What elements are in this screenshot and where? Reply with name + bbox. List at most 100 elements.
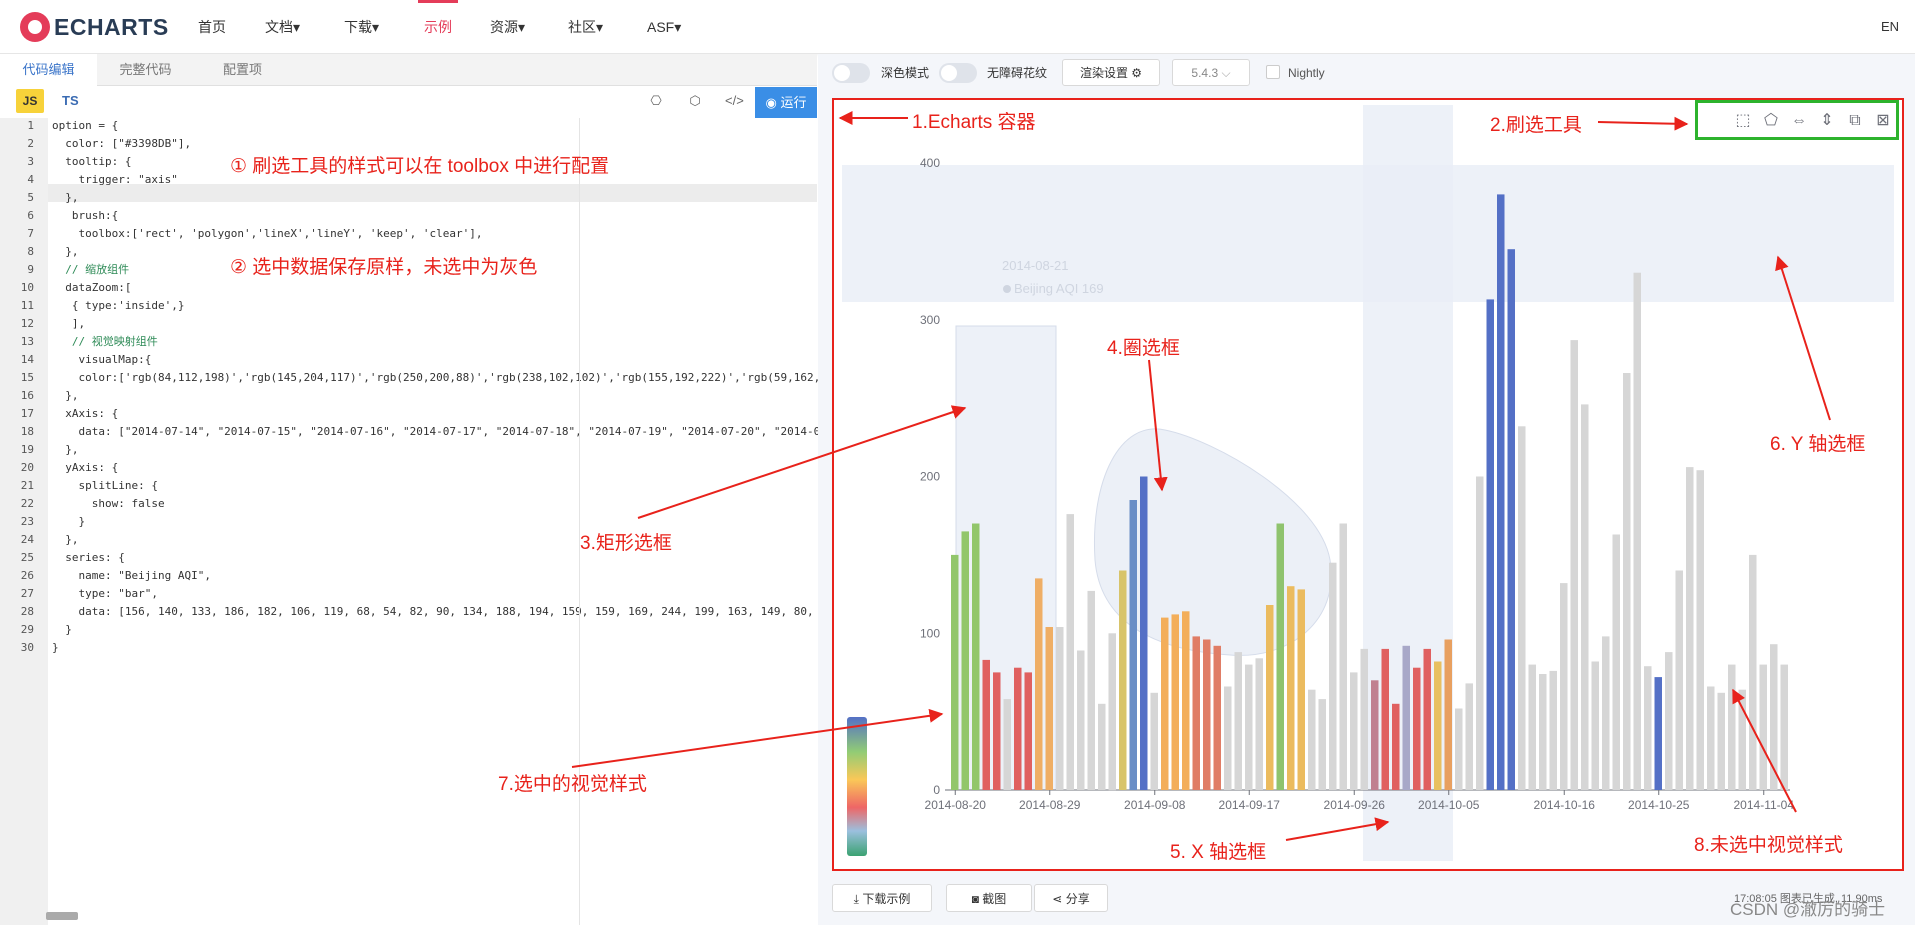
csdn-watermark: CSDN @澈厉的骑士 xyxy=(1730,900,1886,919)
screenshot-label: 截图 xyxy=(982,892,1007,906)
bar xyxy=(951,554,959,790)
bar xyxy=(1633,272,1641,790)
brush-toolbox xyxy=(1695,100,1899,140)
bar xyxy=(1623,373,1631,790)
x-tick-label: 2014-09-08 xyxy=(1124,798,1186,812)
bar xyxy=(1644,666,1652,790)
bar xyxy=(972,523,980,790)
bar xyxy=(1549,670,1557,790)
bar xyxy=(1686,467,1694,790)
bar xyxy=(1045,627,1053,790)
bar xyxy=(1297,589,1305,790)
annotation-selected-style: 7.选中的视觉样式 xyxy=(498,774,647,795)
bar xyxy=(1255,658,1263,790)
bar xyxy=(1507,249,1515,790)
bar xyxy=(1728,664,1736,790)
arrow-selected-style xyxy=(571,708,944,768)
bar xyxy=(1161,617,1169,790)
bar xyxy=(1696,470,1704,790)
screenshot-button[interactable]: ◙ 截图 xyxy=(946,884,1032,912)
bar xyxy=(1560,583,1568,790)
bar xyxy=(1654,677,1662,790)
bar xyxy=(1665,652,1673,790)
bar xyxy=(1581,404,1589,790)
annotation-lasso-select: 4.圈选框 xyxy=(1107,338,1180,359)
bar xyxy=(1245,664,1253,790)
download-example-button[interactable]: ⤓ 下载示例 xyxy=(832,884,932,912)
bar xyxy=(1140,476,1148,790)
annotation-brush-tool: 2.刷选工具 xyxy=(1490,115,1582,136)
bar xyxy=(1098,703,1106,790)
y-tick-label: 300 xyxy=(920,313,940,327)
x-tick-label: 2014-09-17 xyxy=(1219,798,1281,812)
download-label: 下载示例 xyxy=(862,892,911,906)
bar xyxy=(993,672,1001,790)
bar xyxy=(1591,661,1599,790)
bar xyxy=(1108,633,1116,791)
x-tick-label: 2014-10-16 xyxy=(1534,798,1596,812)
bar xyxy=(1486,299,1494,790)
bar xyxy=(1087,590,1095,790)
bar xyxy=(1066,514,1074,790)
bar xyxy=(1455,708,1463,790)
bar xyxy=(1003,699,1011,790)
bar xyxy=(1497,194,1505,790)
bar xyxy=(1539,674,1547,790)
bar xyxy=(1360,648,1368,790)
annotation-rect-select: 3.矩形选框 xyxy=(580,533,672,554)
bar xyxy=(1570,340,1578,790)
bar xyxy=(1276,523,1284,790)
bar xyxy=(1266,605,1274,790)
bar xyxy=(1717,692,1725,790)
annotation-container: 1.Echarts 容器 xyxy=(912,112,1036,133)
bar xyxy=(1171,614,1179,790)
bar xyxy=(1318,699,1326,790)
x-tick-label: 2014-11-04 xyxy=(1734,798,1795,812)
bar xyxy=(982,659,990,790)
y-tick-label: 0 xyxy=(933,783,940,797)
bar xyxy=(1339,523,1347,790)
bar xyxy=(961,531,969,790)
annotation-toolbox-style: ① 刷选工具的样式可以在 toolbox 中进行配置 xyxy=(230,156,610,177)
tooltip-series: Beijing AQI 169 xyxy=(1014,281,1104,296)
x-tick-label: 2014-10-05 xyxy=(1418,798,1480,812)
bar xyxy=(1056,627,1064,790)
annotation-y-select: 6. Y 轴选框 xyxy=(1770,434,1866,455)
bar xyxy=(1234,652,1242,790)
bar xyxy=(1035,578,1043,790)
visual-map-bar xyxy=(847,717,867,856)
share-label: 分享 xyxy=(1065,892,1090,906)
x-tick-label: 2014-08-29 xyxy=(1019,798,1081,812)
bar xyxy=(1749,554,1757,790)
arrow-brush-tool xyxy=(1597,116,1689,131)
bar xyxy=(1759,664,1767,790)
arrow-rect-select xyxy=(637,405,967,519)
bar xyxy=(1444,639,1452,790)
bar xyxy=(1371,680,1379,790)
annotation-x-select: 5. X 轴选框 xyxy=(1170,842,1267,863)
bar xyxy=(1077,650,1085,790)
bar xyxy=(1192,636,1200,790)
bar xyxy=(1213,645,1221,790)
x-tick-label: 2014-10-25 xyxy=(1628,798,1690,812)
bar xyxy=(1150,692,1158,790)
annotation-selected-data: ② 选中数据保存原样，未选中为灰色 xyxy=(230,257,538,278)
bar xyxy=(1675,570,1683,790)
bar xyxy=(1465,683,1473,790)
bar xyxy=(1129,500,1137,790)
bar xyxy=(1329,562,1337,790)
bar xyxy=(1224,686,1232,790)
bar xyxy=(1182,611,1190,790)
bar xyxy=(1780,664,1788,790)
bar xyxy=(1612,534,1620,790)
bar xyxy=(1707,686,1715,790)
bar xyxy=(1119,570,1127,790)
bar xyxy=(1014,667,1022,790)
bar xyxy=(1308,689,1316,790)
x-tick-label: 2014-09-26 xyxy=(1324,798,1386,812)
bar xyxy=(1392,703,1400,790)
bar xyxy=(1423,648,1431,790)
share-button[interactable]: ⋖ 分享 xyxy=(1034,884,1108,912)
tooltip-marker xyxy=(1003,285,1011,293)
chart-svg: 2014-08-21 Beijing AQI 169 0 100 200 300 400 20… xyxy=(571,105,1894,861)
